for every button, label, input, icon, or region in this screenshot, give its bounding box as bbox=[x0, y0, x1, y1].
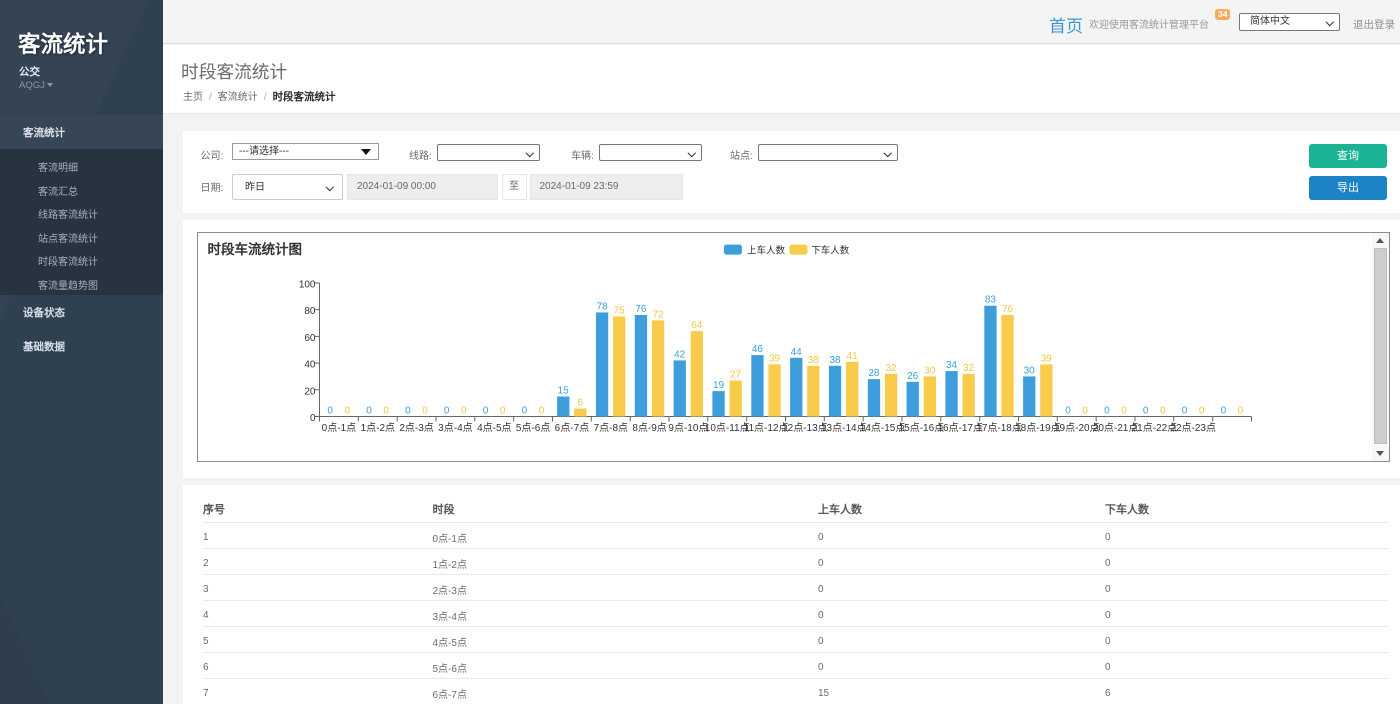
svg-text:9点-10点: 9点-10点 bbox=[668, 422, 708, 434]
svg-text:7点-8点: 7点-8点 bbox=[594, 422, 628, 434]
svg-text:0: 0 bbox=[405, 406, 411, 417]
svg-text:39: 39 bbox=[1041, 353, 1053, 364]
svg-text:42: 42 bbox=[674, 349, 686, 360]
svg-text:0: 0 bbox=[327, 406, 333, 417]
svg-text:76: 76 bbox=[1002, 304, 1014, 315]
svg-text:下车人数: 下车人数 bbox=[811, 245, 850, 257]
svg-text:0: 0 bbox=[310, 413, 316, 424]
svg-text:0: 0 bbox=[500, 406, 506, 417]
svg-text:80: 80 bbox=[304, 306, 316, 317]
svg-text:100: 100 bbox=[299, 280, 316, 291]
svg-text:76: 76 bbox=[635, 304, 647, 315]
svg-text:4点-5点: 4点-5点 bbox=[477, 422, 511, 434]
svg-text:38: 38 bbox=[829, 355, 841, 366]
svg-text:60: 60 bbox=[304, 333, 316, 344]
svg-text:28: 28 bbox=[868, 368, 880, 379]
svg-text:39: 39 bbox=[769, 353, 781, 364]
svg-text:32: 32 bbox=[885, 363, 897, 374]
svg-text:2点-3点: 2点-3点 bbox=[399, 422, 433, 434]
svg-text:0: 0 bbox=[383, 406, 389, 417]
svg-text:1点-2点: 1点-2点 bbox=[361, 422, 395, 434]
svg-text:0: 0 bbox=[461, 406, 467, 417]
svg-text:72: 72 bbox=[652, 309, 664, 320]
svg-text:0: 0 bbox=[539, 406, 545, 417]
svg-text:38: 38 bbox=[808, 355, 820, 366]
svg-text:26: 26 bbox=[907, 371, 919, 382]
svg-text:75: 75 bbox=[614, 305, 626, 316]
svg-text:0: 0 bbox=[1143, 406, 1149, 417]
svg-text:64: 64 bbox=[691, 320, 703, 331]
svg-text:5点-6点: 5点-6点 bbox=[516, 422, 550, 434]
svg-text:6点-7点: 6点-7点 bbox=[555, 422, 589, 434]
svg-text:34: 34 bbox=[946, 360, 958, 371]
svg-text:0: 0 bbox=[1121, 406, 1127, 417]
svg-text:40: 40 bbox=[304, 360, 316, 371]
svg-text:27: 27 bbox=[730, 370, 742, 381]
svg-text:0: 0 bbox=[1082, 406, 1088, 417]
svg-text:6: 6 bbox=[578, 398, 584, 409]
svg-text:44: 44 bbox=[791, 347, 803, 358]
svg-text:0: 0 bbox=[483, 406, 489, 417]
svg-text:83: 83 bbox=[985, 295, 997, 306]
svg-text:41: 41 bbox=[847, 351, 859, 362]
svg-text:19: 19 bbox=[713, 380, 725, 391]
svg-text:8点-9点: 8点-9点 bbox=[632, 422, 666, 434]
svg-text:时段车流统计图: 时段车流统计图 bbox=[208, 241, 303, 257]
svg-text:0: 0 bbox=[366, 406, 372, 417]
svg-text:78: 78 bbox=[596, 301, 608, 312]
svg-text:0: 0 bbox=[1199, 406, 1205, 417]
svg-text:0: 0 bbox=[1065, 406, 1071, 417]
svg-text:30: 30 bbox=[1024, 365, 1036, 376]
svg-text:46: 46 bbox=[752, 344, 764, 355]
svg-text:0: 0 bbox=[522, 406, 528, 417]
svg-text:0点-1点: 0点-1点 bbox=[322, 422, 356, 434]
svg-text:0: 0 bbox=[1160, 406, 1166, 417]
svg-text:0: 0 bbox=[1182, 406, 1188, 417]
svg-text:20: 20 bbox=[304, 386, 316, 397]
svg-text:上车人数: 上车人数 bbox=[747, 245, 786, 257]
svg-text:0: 0 bbox=[1104, 406, 1110, 417]
svg-text:15: 15 bbox=[558, 386, 570, 397]
svg-text:0: 0 bbox=[1221, 406, 1227, 417]
svg-text:0: 0 bbox=[422, 406, 428, 417]
svg-text:0: 0 bbox=[444, 406, 450, 417]
svg-text:0: 0 bbox=[1238, 406, 1244, 417]
svg-text:22点-23点: 22点-23点 bbox=[1170, 422, 1216, 434]
svg-text:0: 0 bbox=[345, 406, 351, 417]
svg-text:32: 32 bbox=[963, 363, 975, 374]
svg-text:3点-4点: 3点-4点 bbox=[438, 422, 472, 434]
svg-text:30: 30 bbox=[924, 365, 936, 376]
